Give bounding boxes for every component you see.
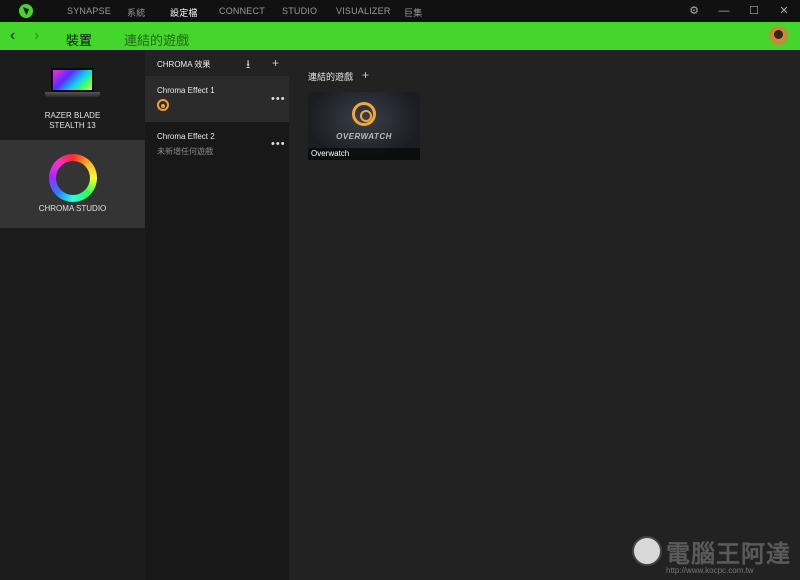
top-nav-bar: SYNAPSE 系統 設定檔 CONNECT STUDIO VISUALIZER…: [0, 0, 800, 22]
minimize-icon[interactable]: —: [717, 4, 731, 18]
nav-tab-macro[interactable]: 巨集: [404, 6, 422, 19]
more-options-icon[interactable]: •••: [271, 93, 286, 105]
device-name: CHROMA STUDIO: [38, 204, 107, 213]
watermark-face-icon: [632, 536, 662, 566]
device-name-line1: RAZER BLADE: [44, 111, 101, 120]
laptop-base: [45, 92, 100, 97]
razer-logo-icon[interactable]: [19, 4, 33, 18]
effect-item-2[interactable]: Chroma Effect 2 未新增任何遊戲 •••: [145, 122, 289, 168]
nav-tab-synapse[interactable]: SYNAPSE: [67, 6, 111, 16]
watermark-url: http://www.kocpc.com.tw: [666, 566, 754, 575]
forward-arrow-icon[interactable]: ›: [34, 28, 39, 44]
page-subtitle[interactable]: 連結的遊戲: [124, 30, 189, 49]
effects-title: CHROMA 效果: [157, 60, 211, 69]
watermark: 電腦王阿達 http://www.kocpc.com.tw: [630, 532, 796, 578]
device-razer-blade[interactable]: RAZER BLADE STEALTH 13: [0, 50, 145, 140]
nav-tab-system[interactable]: 系統: [127, 6, 145, 19]
import-icon[interactable]: ⭳: [246, 58, 250, 70]
more-options-icon[interactable]: •••: [271, 138, 286, 150]
effect-name: Chroma Effect 1: [157, 86, 215, 95]
device-chroma-studio[interactable]: CHROMA STUDIO: [0, 140, 145, 228]
nav-tab-visualizer[interactable]: VISUALIZER: [336, 6, 391, 16]
settings-gear-icon[interactable]: ⚙: [687, 4, 701, 18]
effect-name: Chroma Effect 2: [157, 132, 215, 141]
watermark-text: 電腦王阿達: [666, 541, 791, 568]
laptop-icon: [51, 68, 94, 92]
game-label-bar: Overwatch: [308, 148, 420, 160]
linked-games-panel: 連結的遊戲 + OVERWATCH Overwatch: [289, 50, 800, 580]
back-arrow-icon[interactable]: ‹: [10, 28, 15, 44]
game-name: Overwatch: [311, 149, 350, 158]
game-card-overwatch[interactable]: OVERWATCH Overwatch: [308, 92, 420, 160]
add-game-icon[interactable]: +: [362, 68, 369, 82]
close-icon[interactable]: ✕: [777, 4, 791, 18]
overwatch-logo-icon: [352, 102, 376, 126]
game-art-text: OVERWATCH: [336, 132, 392, 141]
sub-header-bar: ‹ › 裝置 連結的遊戲: [0, 22, 800, 50]
maximize-icon[interactable]: ☐: [747, 4, 761, 18]
nav-tab-profiles[interactable]: 設定檔: [170, 6, 198, 19]
effect-subtitle: 未新增任何遊戲: [157, 147, 213, 156]
chroma-ring-icon: [49, 154, 97, 202]
effect-item-1[interactable]: Chroma Effect 1 •••: [145, 76, 289, 122]
effects-header: CHROMA 效果 ⭳ +: [145, 50, 289, 76]
page-title[interactable]: 裝置: [66, 30, 92, 49]
device-name-line2: STEALTH 13: [49, 121, 96, 130]
device-sidebar: RAZER BLADE STEALTH 13 CHROMA STUDIO: [0, 50, 145, 580]
chroma-effects-panel: CHROMA 效果 ⭳ + Chroma Effect 1 ••• Chroma…: [145, 50, 289, 580]
user-avatar[interactable]: [769, 26, 788, 45]
nav-tab-studio[interactable]: STUDIO: [282, 6, 317, 16]
linked-games-title: 連結的遊戲: [308, 72, 354, 82]
add-effect-icon[interactable]: +: [272, 57, 279, 69]
nav-tab-connect[interactable]: CONNECT: [219, 6, 265, 16]
overwatch-icon: [157, 99, 169, 111]
